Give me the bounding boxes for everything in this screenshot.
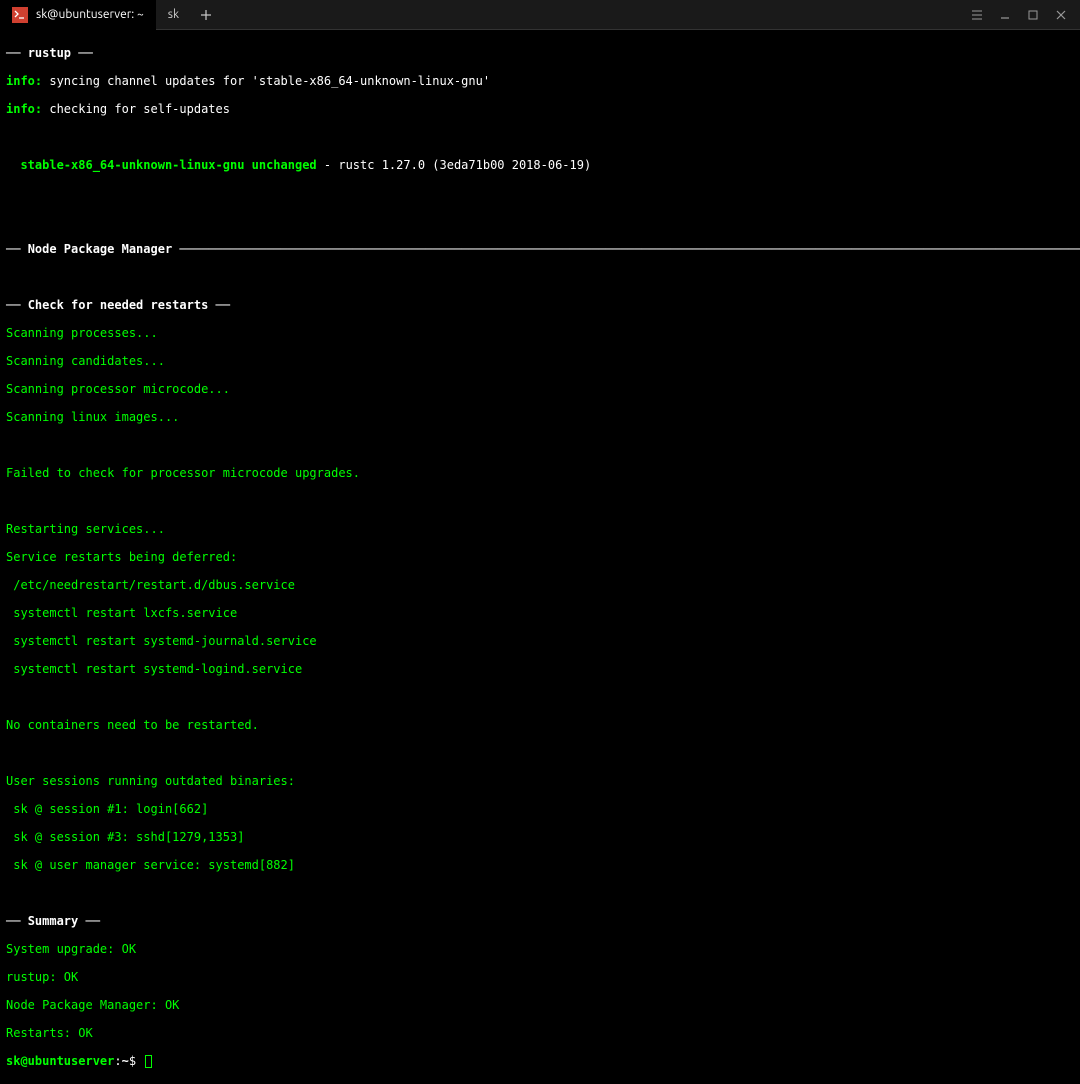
summary-rustup: rustup: OK [6,970,1074,984]
tab-active-label: sk@ubuntuserver: ~ [36,8,144,21]
info-label: info: [6,74,42,88]
summary-restarts: Restarts: OK [6,1026,1074,1040]
tab-second-label: sk [168,8,179,21]
deferred-journald: systemctl restart systemd-journald.servi… [6,634,1074,648]
tab-active[interactable]: sk@ubuntuserver: ~ [0,0,156,30]
fail-microcode: Failed to check for processor microcode … [6,466,1074,480]
session-3: sk @ session #3: sshd[1279,1353] [6,830,1074,844]
prompt-userhost: sk@ubuntuserver [6,1054,114,1068]
menu-icon[interactable] [970,8,984,22]
deferred-lxcfs: systemctl restart lxcfs.service [6,606,1074,620]
rustup-unchanged: stable-x86_64-unknown-linux-gnu unchange… [6,158,317,172]
section-summary: Summary [28,914,79,928]
summary-npm: Node Package Manager: OK [6,998,1074,1012]
deferred-header: Service restarts being deferred: [6,550,1074,564]
window-controls [970,8,1080,22]
rustup-sync: syncing channel updates for 'stable-x86_… [42,74,490,88]
session-manager: sk @ user manager service: systemd[882] [6,858,1074,872]
no-containers: No containers need to be restarted. [6,718,1074,732]
scan-processes: Scanning processes... [6,326,1074,340]
minimize-icon[interactable] [998,8,1012,22]
prompt-colon: : [114,1054,121,1068]
info-label: info: [6,102,42,116]
section-rustup: rustup [28,46,71,60]
scan-linux: Scanning linux images... [6,410,1074,424]
restarting-services: Restarting services... [6,522,1074,536]
section-restarts: Check for needed restarts [28,298,209,312]
deferred-dbus: /etc/needrestart/restart.d/dbus.service [6,578,1074,592]
section-npm: Node Package Manager [28,242,173,256]
rustup-version: - rustc 1.27.0 (3eda71b00 2018-06-19) [317,158,592,172]
maximize-icon[interactable] [1026,8,1040,22]
rustup-selfcheck: checking for self-updates [42,102,230,116]
plus-icon [200,9,212,21]
close-icon[interactable] [1054,8,1068,22]
tab-second[interactable]: sk [156,0,191,30]
session-1: sk @ session #1: login[662] [6,802,1074,816]
tab-add-button[interactable] [191,0,221,30]
terminal-icon [12,7,28,23]
prompt-path: ~ [122,1054,129,1068]
sessions-header: User sessions running outdated binaries: [6,774,1074,788]
summary-system: System upgrade: OK [6,942,1074,956]
cursor-icon [145,1055,152,1068]
scan-candidates: Scanning candidates... [6,354,1074,368]
terminal-output[interactable]: ── rustup ── info: syncing channel updat… [0,30,1080,1084]
titlebar: sk@ubuntuserver: ~ sk [0,0,1080,30]
scan-microcode: Scanning processor microcode... [6,382,1074,396]
prompt-dollar: $ [129,1054,143,1068]
deferred-logind: systemctl restart systemd-logind.service [6,662,1074,676]
